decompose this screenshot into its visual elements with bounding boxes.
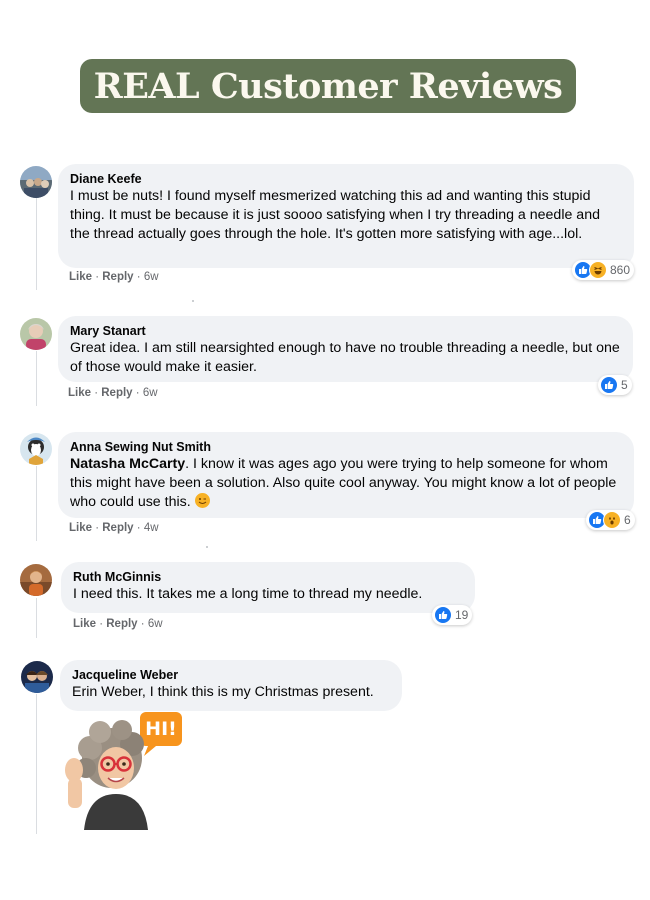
thread-line: [36, 694, 37, 834]
reply-link[interactable]: Reply: [102, 522, 133, 534]
comment-bubble: Diane Keefe I must be nuts! I found myse…: [58, 164, 634, 268]
stray-dot: [206, 546, 208, 548]
reaction-summary[interactable]: 860: [572, 260, 635, 280]
comment-text: Great idea. I am still nearsighted enoug…: [70, 340, 620, 375]
comment-text: Erin Weber, I think this is my Christmas…: [72, 684, 374, 700]
reply-link[interactable]: Reply: [101, 387, 132, 399]
comment-text: Natasha McCarty. I know it was ages ago …: [70, 456, 617, 510]
comment-bubble: Jacqueline Weber Erin Weber, I think thi…: [60, 660, 402, 711]
comment-actions: Like · Reply · 6w: [68, 387, 158, 399]
comment-time[interactable]: 6w: [148, 618, 163, 630]
thread-line: [36, 466, 37, 541]
banner-title: REAL Customer Reviews: [93, 65, 563, 107]
avatar[interactable]: [20, 433, 52, 465]
comment-time[interactable]: 6w: [144, 271, 159, 283]
sticker-text: HI!: [145, 718, 177, 740]
avatar[interactable]: [20, 318, 52, 350]
comment-actions: Like · Reply · 4w: [69, 522, 159, 534]
thread-line: [36, 198, 37, 290]
avatar[interactable]: [20, 564, 52, 596]
comment-author[interactable]: Diane Keefe: [70, 171, 622, 187]
like-link[interactable]: Like: [73, 618, 96, 630]
comment-text: I must be nuts! I found myself mesmerize…: [70, 188, 600, 242]
reviews-banner: REAL Customer Reviews: [80, 59, 576, 113]
comment-time[interactable]: 6w: [143, 387, 158, 399]
reply-link[interactable]: Reply: [102, 271, 133, 283]
thread-line: [36, 351, 37, 406]
reaction-count: 860: [610, 263, 631, 277]
comment-author[interactable]: Anna Sewing Nut Smith: [70, 439, 622, 455]
stray-dot: [192, 300, 194, 302]
reaction-summary[interactable]: 19: [432, 605, 473, 625]
reaction-summary[interactable]: 5: [598, 375, 632, 395]
avatar[interactable]: [20, 166, 52, 198]
reaction-count: 5: [621, 378, 628, 392]
reaction-count: 19: [455, 608, 469, 622]
comment-author[interactable]: Mary Stanart: [70, 323, 621, 339]
haha-icon: [589, 261, 607, 279]
reaction-count: 6: [624, 513, 631, 527]
like-link[interactable]: Like: [69, 271, 92, 283]
comment-actions: Like · Reply · 6w: [69, 271, 159, 283]
wow-icon: [603, 511, 621, 529]
comment-author[interactable]: Jacqueline Weber: [72, 667, 390, 683]
thread-line: [36, 598, 37, 638]
comment-bubble: Mary Stanart Great idea. I am still near…: [58, 316, 633, 382]
like-link[interactable]: Like: [69, 522, 92, 534]
like-icon: [600, 376, 618, 394]
mention-link[interactable]: Natasha McCarty: [70, 456, 185, 472]
hi-sticker: HI!: [60, 708, 185, 830]
comment-bubble: Anna Sewing Nut Smith Natasha McCarty. I…: [58, 432, 634, 518]
wink-emoji-icon: [194, 493, 210, 508]
comment-text: I need this. It takes me a long time to …: [73, 586, 423, 602]
reaction-summary[interactable]: 6: [586, 510, 635, 530]
reply-link[interactable]: Reply: [106, 618, 137, 630]
like-link[interactable]: Like: [68, 387, 91, 399]
comment-actions: Like · Reply · 6w: [73, 618, 163, 630]
like-icon: [434, 606, 452, 624]
avatar[interactable]: [21, 661, 53, 693]
comment-time[interactable]: 4w: [144, 522, 159, 534]
comment-author[interactable]: Ruth McGinnis: [73, 569, 463, 585]
comment-bubble: Ruth McGinnis I need this. It takes me a…: [61, 562, 475, 613]
